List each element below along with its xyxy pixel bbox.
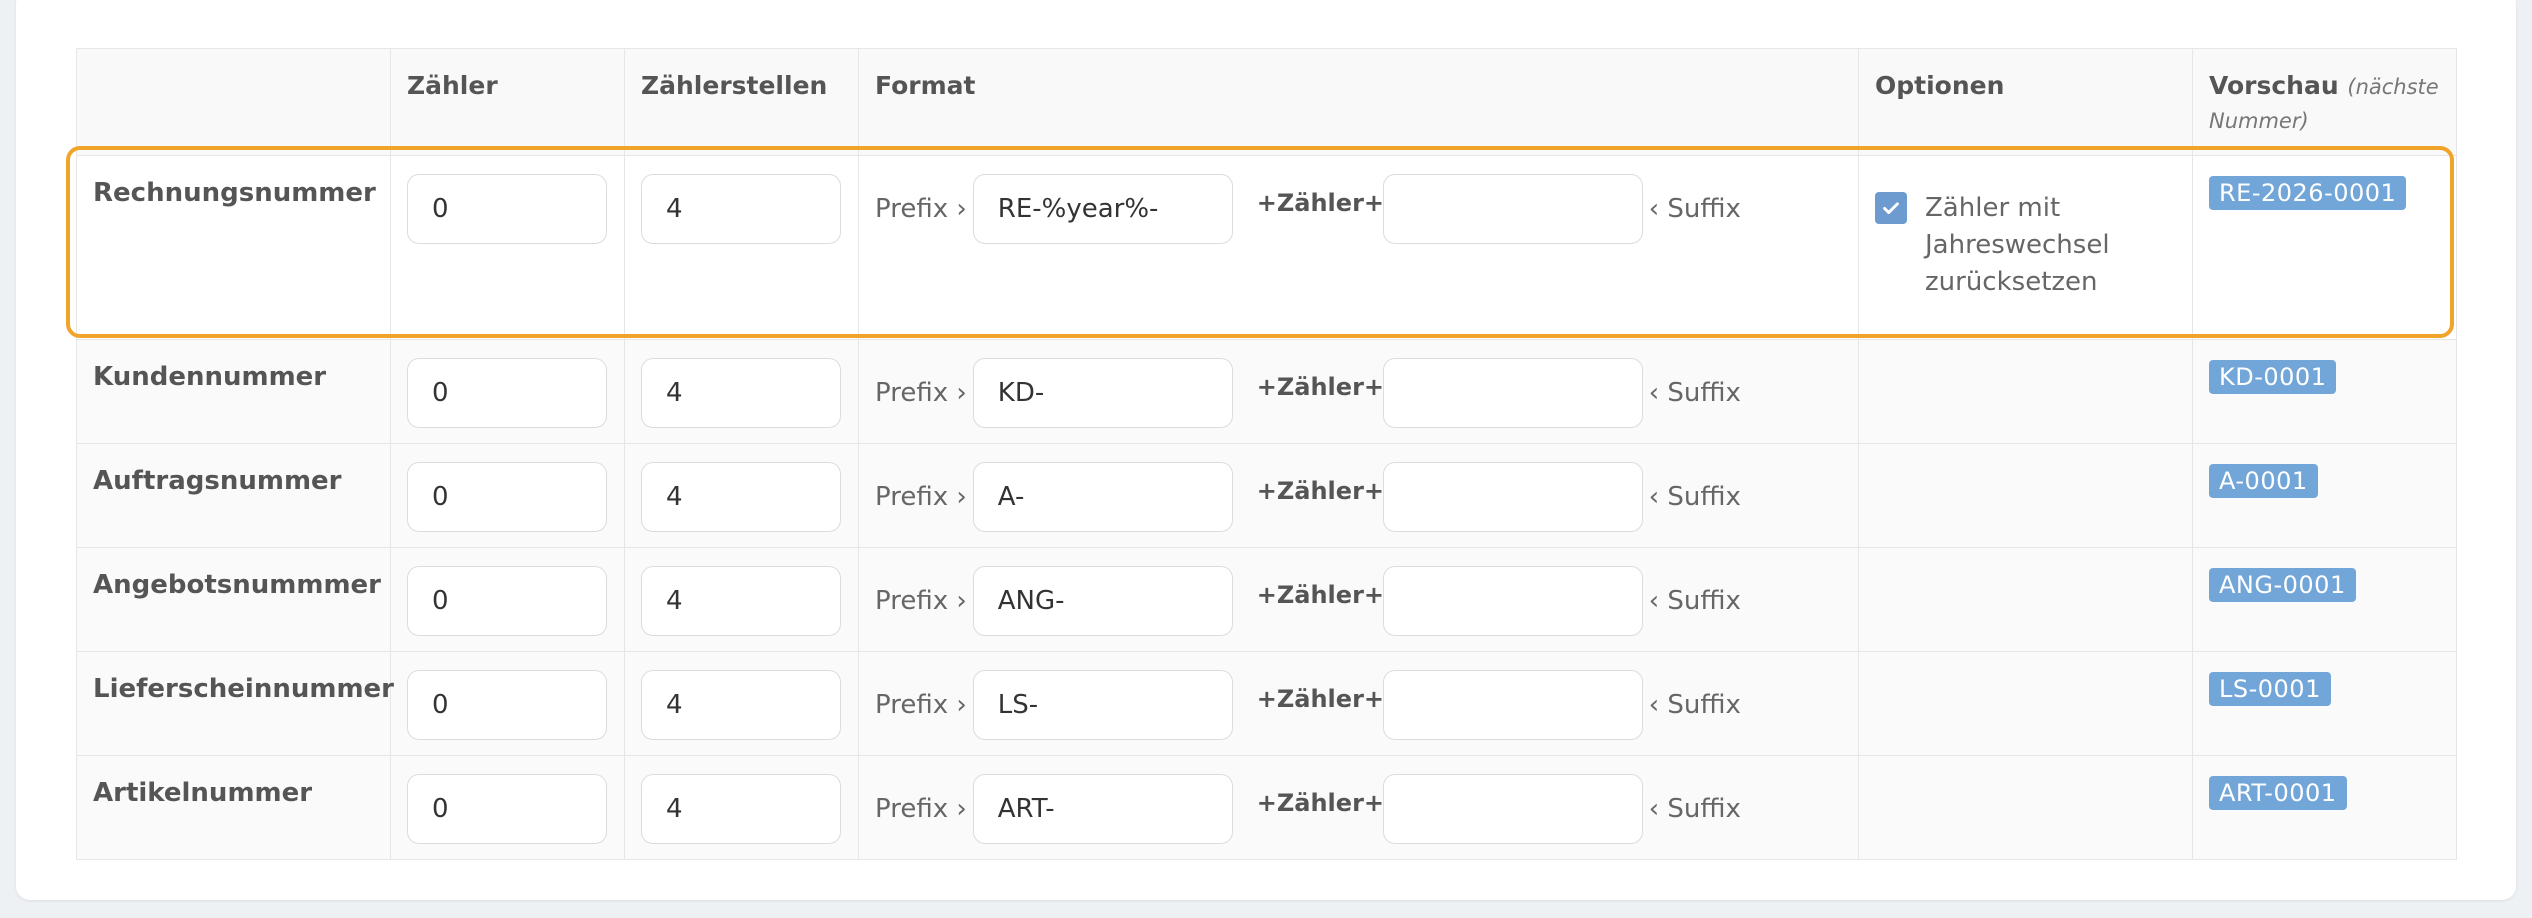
row-name: Lieferscheinnummer: [76, 651, 394, 756]
reset-yearly-label: Zähler mit Jahreswechsel zurücksetzen: [1925, 193, 2110, 297]
table-row: Artikelnummer 0 4 Prefix › ART- +Zähler+…: [76, 755, 2457, 860]
suffix-input[interactable]: [1382, 670, 1643, 740]
suffix-input[interactable]: [1382, 462, 1643, 532]
format-group: Prefix › KD- +Zähler+ ‹ Suffix: [875, 340, 1842, 428]
prefix-input[interactable]: KD-: [972, 358, 1233, 428]
digits-input[interactable]: 4: [641, 174, 841, 244]
suffix-label: ‹ Suffix: [1648, 690, 1741, 720]
suffix-label: ‹ Suffix: [1648, 378, 1741, 408]
preview-badge: A-0001: [2209, 464, 2318, 498]
row-name: Rechnungsnummer: [76, 155, 391, 340]
prefix-label: Prefix ›: [875, 586, 967, 616]
options-cell: [1858, 547, 2193, 652]
row-name: Kundennummer: [76, 339, 391, 444]
prefix-input[interactable]: A-: [972, 462, 1233, 532]
options-cell: [1858, 443, 2193, 548]
header-name: [76, 48, 391, 156]
row-name: Angebotsnummmer: [76, 547, 391, 652]
prefix-input[interactable]: RE-%year%-: [972, 174, 1233, 244]
preview-badge: LS-0001: [2209, 672, 2331, 706]
digits-input[interactable]: 4: [641, 670, 841, 740]
header-counter: Zähler: [390, 48, 625, 156]
header-digits: Zählerstellen: [624, 48, 859, 156]
suffix-label: ‹ Suffix: [1648, 586, 1741, 616]
row-name: Artikelnummer: [76, 755, 391, 860]
prefix-input[interactable]: LS-: [972, 670, 1233, 740]
header-preview: Vorschau (nächste Nummer): [2192, 48, 2457, 156]
counter-input[interactable]: 0: [407, 462, 607, 532]
table-row: Lieferscheinnummer 0 4 Prefix › LS- +Zäh…: [76, 651, 2457, 756]
format-group: Prefix › LS- +Zähler+ ‹ Suffix: [875, 652, 1842, 740]
header-options: Optionen: [1858, 48, 2193, 156]
table-row: Auftragsnummer 0 4 Prefix › A- +Zähler+ …: [76, 443, 2457, 548]
prefix-label: Prefix ›: [875, 378, 967, 408]
reset-yearly-checkbox[interactable]: [1875, 192, 1907, 224]
options-cell: [1858, 755, 2193, 860]
digits-input[interactable]: 4: [641, 774, 841, 844]
options-cell: [1858, 339, 2193, 444]
reset-yearly-option: Zähler mit Jahreswechsel zurücksetzen: [1875, 190, 2176, 301]
suffix-input[interactable]: [1382, 774, 1643, 844]
preview-badge: ART-0001: [2209, 776, 2347, 810]
counter-input[interactable]: 0: [407, 670, 607, 740]
suffix-label: ‹ Suffix: [1648, 194, 1741, 224]
suffix-label: ‹ Suffix: [1648, 482, 1741, 512]
table-row: Rechnungsnummer 0 4 Prefix › RE-%year%- …: [76, 155, 2457, 340]
suffix-input[interactable]: [1382, 174, 1643, 244]
counter-token-label: +Zähler+: [1256, 685, 1385, 713]
counter-token-label: +Zähler+: [1256, 477, 1385, 505]
counter-input[interactable]: 0: [407, 358, 607, 428]
header-preview-label: Vorschau: [2209, 71, 2339, 100]
prefix-input[interactable]: ART-: [972, 774, 1233, 844]
table-row: Kundennummer 0 4 Prefix › KD- +Zähler+ ‹…: [76, 339, 2457, 444]
options-cell: [1858, 651, 2193, 756]
counter-input[interactable]: 0: [407, 174, 607, 244]
header-format: Format: [858, 48, 1859, 156]
format-group: Prefix › RE-%year%- +Zähler+ ‹ Suffix: [875, 156, 1842, 244]
digits-input[interactable]: 4: [641, 358, 841, 428]
counter-token-label: +Zähler+: [1256, 789, 1385, 817]
prefix-label: Prefix ›: [875, 482, 967, 512]
prefix-label: Prefix ›: [875, 690, 967, 720]
suffix-input[interactable]: [1382, 358, 1643, 428]
prefix-input[interactable]: ANG-: [972, 566, 1233, 636]
suffix-label: ‹ Suffix: [1648, 794, 1741, 824]
suffix-input[interactable]: [1382, 566, 1643, 636]
counter-input[interactable]: 0: [407, 566, 607, 636]
format-group: Prefix › ANG- +Zähler+ ‹ Suffix: [875, 548, 1842, 636]
digits-input[interactable]: 4: [641, 462, 841, 532]
format-group: Prefix › ART- +Zähler+ ‹ Suffix: [875, 756, 1842, 844]
format-group: Prefix › A- +Zähler+ ‹ Suffix: [875, 444, 1842, 532]
counter-token-label: +Zähler+: [1256, 189, 1385, 217]
preview-badge: RE-2026-0001: [2209, 176, 2407, 210]
table-row: Angebotsnummmer 0 4 Prefix › ANG- +Zähle…: [76, 547, 2457, 652]
number-ranges-table: Zähler Zählerstellen Format Optionen Vor…: [76, 48, 2457, 860]
table-header-row: Zähler Zählerstellen Format Optionen Vor…: [76, 48, 2457, 156]
prefix-label: Prefix ›: [875, 794, 967, 824]
preview-badge: ANG-0001: [2209, 568, 2356, 602]
counter-input[interactable]: 0: [407, 774, 607, 844]
prefix-label: Prefix ›: [875, 194, 967, 224]
counter-token-label: +Zähler+: [1256, 373, 1385, 401]
preview-badge: KD-0001: [2209, 360, 2337, 394]
counter-token-label: +Zähler+: [1256, 581, 1385, 609]
digits-input[interactable]: 4: [641, 566, 841, 636]
check-icon: [1883, 202, 1899, 215]
row-name: Auftragsnummer: [76, 443, 391, 548]
